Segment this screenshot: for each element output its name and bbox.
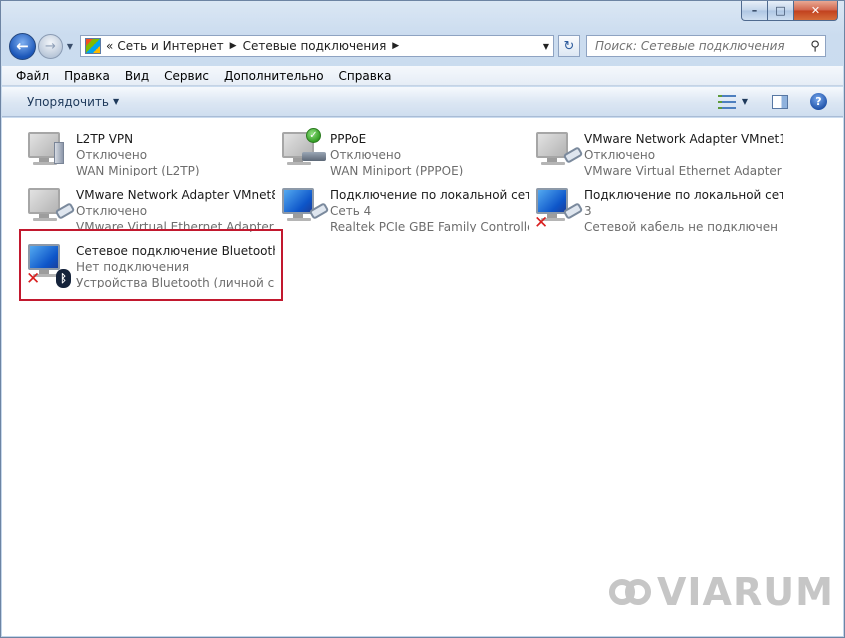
connection-local-network-4[interactable]: Подключение по локальной сети Сеть 4 Rea…: [274, 180, 529, 232]
connection-status: Отключено: [76, 204, 148, 218]
connection-vmnet8[interactable]: VMware Network Adapter VMnet8 Отключено …: [20, 180, 275, 232]
search-icon[interactable]: ⚲: [805, 39, 825, 54]
recent-pages-dropdown[interactable]: ▼: [64, 42, 76, 51]
minimize-button[interactable]: –: [741, 1, 768, 21]
connection-device: WAN Miniport (L2TP): [76, 164, 200, 176]
address-dropdown-icon[interactable]: ▼: [539, 42, 553, 51]
explorer-window: – □ ✕ ← → ▼ « Сеть и Интернет ▶ Сетевые …: [0, 0, 845, 638]
network-adapter-icon: [528, 124, 584, 176]
connection-name: L2TP VPN: [76, 132, 134, 146]
connection-name: Подключение по локальной сети: [584, 188, 783, 202]
connection-name: VMware Network Adapter VMnet1: [584, 132, 783, 146]
menu-help[interactable]: Справка: [339, 69, 392, 83]
menu-bar: Файл Правка Вид Сервис Дополнительно Спр…: [2, 66, 843, 86]
command-bar-right: ▼ ?: [717, 93, 843, 110]
breadcrumb-network-internet[interactable]: Сеть и Интернет: [117, 39, 223, 53]
breadcrumb-network-connections[interactable]: Сетевые подключения: [243, 39, 387, 53]
preview-pane-icon[interactable]: [772, 94, 788, 109]
close-button[interactable]: ✕: [794, 1, 838, 21]
watermark-text: VIARUM: [657, 570, 834, 614]
maximize-button[interactable]: □: [768, 1, 794, 21]
vpn-computer-icon: [20, 124, 76, 176]
local-network-icon: ✕: [528, 180, 584, 232]
connection-device: Сетевой кабель не подключен: [584, 220, 778, 232]
control-panel-icon: [85, 38, 101, 54]
connection-l2tp-vpn[interactable]: L2TP VPN Отключено WAN Miniport (L2TP): [20, 124, 275, 176]
menu-edit[interactable]: Правка: [64, 69, 110, 83]
connections-list: L2TP VPN Отключено WAN Miniport (L2TP) ✓…: [2, 118, 843, 636]
connection-name: PPPoE: [330, 132, 367, 146]
refresh-button[interactable]: ↻: [558, 35, 580, 57]
watermark-logo-icon: [609, 574, 653, 610]
connection-status: Отключено: [76, 148, 148, 162]
network-adapter-icon: [20, 180, 76, 232]
local-network-icon: [274, 180, 330, 232]
menu-advanced[interactable]: Дополнительно: [224, 69, 324, 83]
forward-button[interactable]: →: [38, 33, 63, 59]
change-view-icon[interactable]: [717, 94, 736, 109]
connection-device: Realtek PCIe GBE Family Controller: [330, 220, 529, 232]
highlight-frame: [19, 229, 283, 301]
connection-status: Отключено: [330, 148, 402, 162]
address-bar[interactable]: « Сеть и Интернет ▶ Сетевые подключения …: [80, 35, 554, 57]
view-dropdown-icon[interactable]: ▼: [742, 97, 748, 106]
connection-status: 3: [584, 204, 592, 218]
address-overflow-chevron[interactable]: «: [106, 39, 113, 53]
connection-pppoe[interactable]: ✓ PPPoE Отключено WAN Miniport (PPPOE): [274, 124, 529, 176]
search-input[interactable]: Поиск: Сетевые подключения ⚲: [586, 35, 826, 57]
connection-device: VMware Virtual Ethernet Adapter ...: [584, 164, 783, 176]
connected-check-icon: ✓: [306, 128, 321, 143]
breadcrumb-separator-icon[interactable]: ▶: [392, 41, 399, 51]
connection-status: Отключено: [584, 148, 656, 162]
navigation-bar: ← → ▼ « Сеть и Интернет ▶ Сетевые подклю…: [9, 32, 836, 60]
connection-name: Подключение по локальной сети: [330, 188, 529, 202]
back-button[interactable]: ←: [9, 32, 36, 60]
menu-file[interactable]: Файл: [16, 69, 49, 83]
connection-vmnet1[interactable]: VMware Network Adapter VMnet1 Отключено …: [528, 124, 783, 176]
disconnected-x-icon: ✕: [534, 213, 549, 233]
connection-device: WAN Miniport (PPPOE): [330, 164, 464, 176]
connection-name: VMware Network Adapter VMnet8: [76, 188, 275, 202]
help-icon[interactable]: ?: [810, 93, 827, 110]
command-bar: Упорядочить ▼ ▼ ?: [2, 87, 843, 117]
connection-local-network-3[interactable]: ✕ Подключение по локальной сети 3 Сетево…: [528, 180, 783, 232]
pppoe-modem-icon: ✓: [274, 124, 330, 176]
organize-dropdown-icon[interactable]: ▼: [113, 97, 119, 106]
search-placeholder: Поиск: Сетевые подключения: [595, 39, 785, 53]
menu-view[interactable]: Вид: [125, 69, 149, 83]
organize-button[interactable]: Упорядочить: [27, 95, 109, 109]
connection-status: Сеть 4: [330, 204, 372, 218]
menu-tools[interactable]: Сервис: [164, 69, 209, 83]
caption-buttons: – □ ✕: [741, 1, 838, 21]
breadcrumb-separator-icon[interactable]: ▶: [230, 41, 237, 51]
watermark: VIARUM: [609, 570, 834, 614]
